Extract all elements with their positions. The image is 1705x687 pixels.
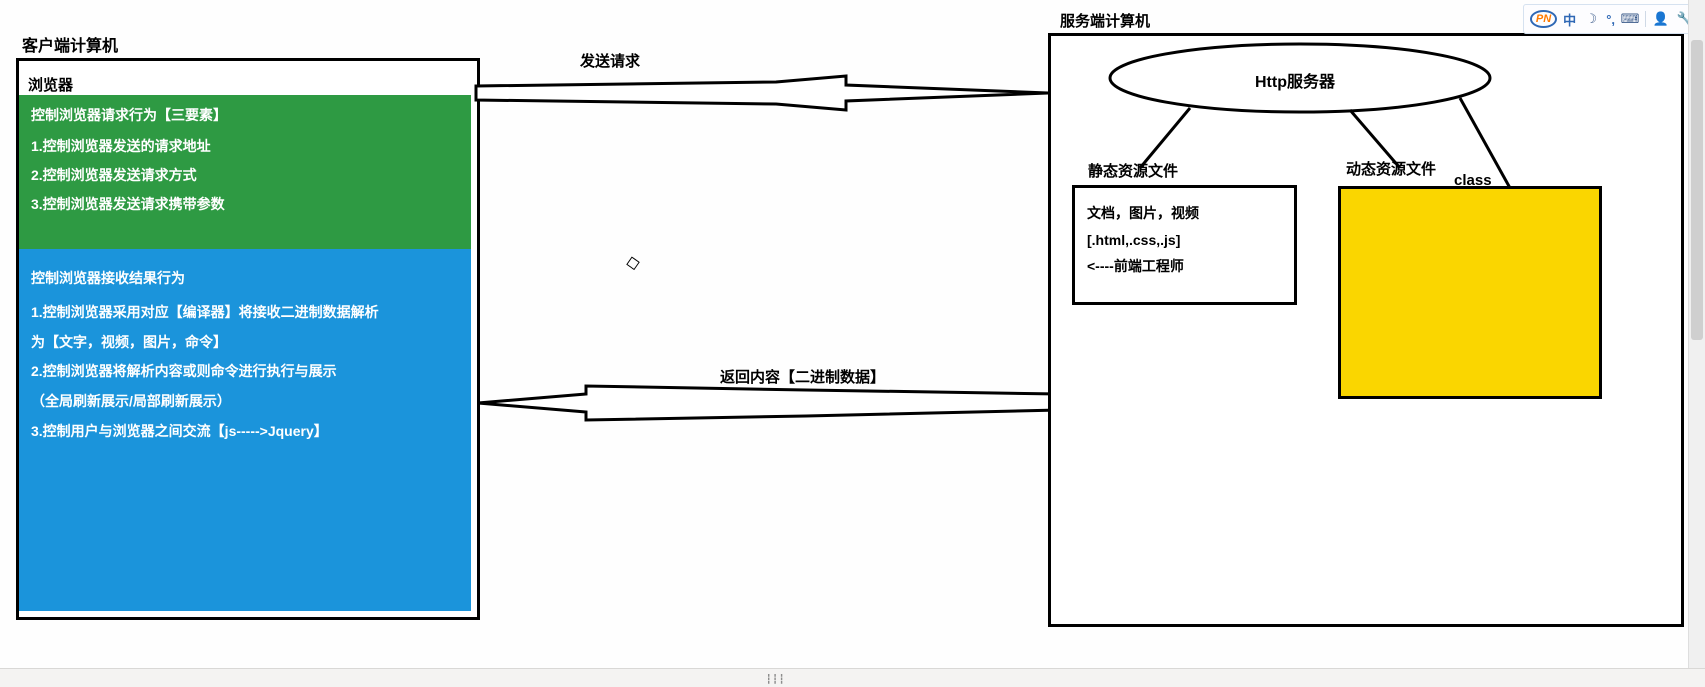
browser-label: 浏览器: [28, 74, 73, 95]
person-icon[interactable]: 👤: [1652, 10, 1670, 28]
bottom-panel-strip: [0, 668, 1705, 687]
response-line-4: （全局刷新展示/局部刷新展示）: [31, 390, 459, 414]
return-content-label: 返回内容【二进制数据】: [720, 366, 885, 387]
send-request-arrow: [476, 76, 1051, 116]
ime-language-button[interactable]: 中: [1563, 10, 1576, 29]
pn-logo-icon[interactable]: PN: [1530, 10, 1557, 28]
dynamic-resource-box: [1338, 186, 1602, 399]
request-line-1: 1.控制浏览器发送的请求地址: [31, 136, 459, 157]
ime-toolbar[interactable]: PN 中 ☽ °, ⌨ 👤 🔧: [1523, 4, 1701, 34]
dynamic-resource-title: 动态资源文件: [1346, 158, 1436, 179]
response-line-1: 1.控制浏览器采用对应【编译器】将接收二进制数据解析: [31, 301, 459, 325]
server-computer-title: 服务端计算机: [1060, 10, 1150, 31]
keyboard-icon[interactable]: ⌨: [1621, 10, 1639, 28]
request-behavior-box: 控制浏览器请求行为【三要素】 1.控制浏览器发送的请求地址 2.控制浏览器发送请…: [19, 95, 471, 249]
response-line-2: 为【文字，视频，图片，命令】: [31, 331, 459, 355]
scrollbar-thumb[interactable]: [1691, 40, 1703, 340]
client-computer-title: 客户端计算机: [22, 32, 118, 56]
punctuation-toggle[interactable]: °,: [1606, 12, 1615, 27]
return-content-arrow: [476, 386, 1061, 424]
request-line-3: 3.控制浏览器发送请求携带参数: [31, 194, 459, 215]
moon-icon[interactable]: ☽: [1582, 10, 1600, 28]
toolbar-separator: [1645, 11, 1646, 27]
static-line-3: <----前端工程师: [1087, 253, 1282, 280]
request-line-2: 2.控制浏览器发送请求方式: [31, 165, 459, 186]
static-line-1: 文档，图片，视频: [1087, 200, 1282, 227]
request-behavior-header: 控制浏览器请求行为【三要素】: [31, 105, 459, 126]
static-resource-box: 文档，图片，视频 [.html,.css,.js] <----前端工程师: [1072, 185, 1297, 305]
static-line-2: [.html,.css,.js]: [1087, 227, 1282, 254]
response-behavior-box: 控制浏览器接收结果行为 1.控制浏览器采用对应【编译器】将接收二进制数据解析 为…: [19, 249, 471, 611]
response-line-5: 3.控制用户与浏览器之间交流【js----->Jquery】: [31, 420, 459, 444]
splitter-handle-icon[interactable]: ┇┇┇: [766, 674, 785, 685]
response-behavior-header: 控制浏览器接收结果行为: [31, 267, 459, 291]
vertical-scrollbar[interactable]: [1688, 0, 1705, 669]
send-request-label: 发送请求: [580, 50, 640, 71]
http-server-label: Http服务器: [1255, 68, 1335, 92]
diagram-canvas: 客户端计算机 浏览器 控制浏览器请求行为【三要素】 1.控制浏览器发送的请求地址…: [0, 0, 1705, 687]
static-resource-title: 静态资源文件: [1088, 160, 1178, 181]
cursor-icon: ◇: [624, 251, 641, 274]
response-line-3: 2.控制浏览器将解析内容或则命令进行执行与展示: [31, 360, 459, 384]
